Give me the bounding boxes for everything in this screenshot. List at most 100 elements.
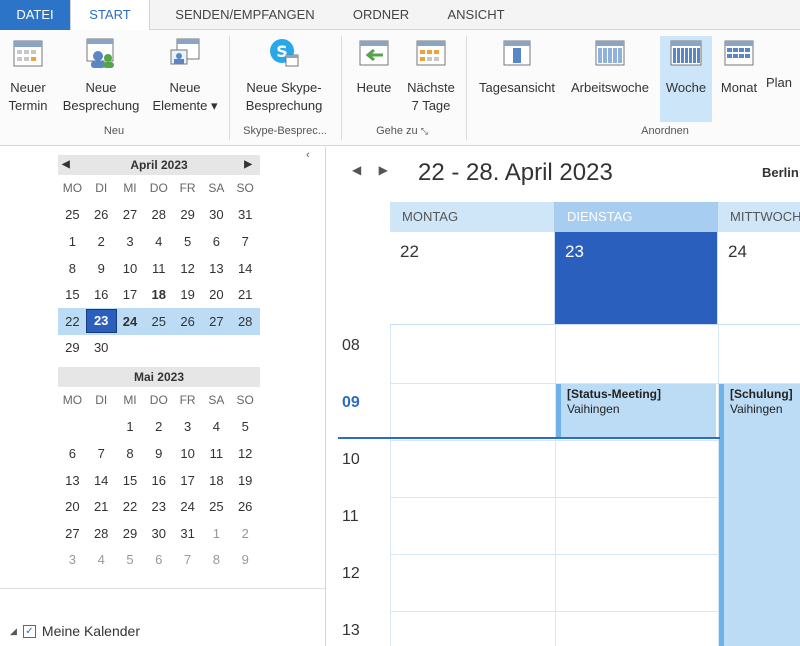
next-7-days-button[interactable]: Nächste 7 Tage: [400, 36, 462, 115]
minical-day[interactable]: 26: [173, 314, 202, 329]
minical-day[interactable]: 12: [173, 261, 202, 276]
minical-day[interactable]: 31: [231, 207, 260, 222]
minical-day[interactable]: 31: [173, 526, 202, 541]
minical-day[interactable]: 29: [58, 340, 87, 355]
minical-day[interactable]: 25: [202, 499, 231, 514]
minical-day[interactable]: 30: [202, 207, 231, 222]
minical-day[interactable]: 6: [202, 234, 231, 249]
minical-day[interactable]: 19: [231, 473, 260, 488]
minical-day[interactable]: 10: [173, 446, 202, 461]
tab-folder[interactable]: ORDNER: [340, 0, 422, 30]
minical-day[interactable]: 29: [116, 526, 145, 541]
minical-day[interactable]: 2: [144, 419, 173, 434]
minical-day[interactable]: 24: [173, 499, 202, 514]
minical-day[interactable]: 20: [58, 499, 87, 514]
day-header-wednesday[interactable]: MITTWOCH: [718, 202, 800, 232]
minical-day[interactable]: 5: [173, 234, 202, 249]
minical-day[interactable]: 3: [116, 234, 145, 249]
minical-day[interactable]: 12: [231, 446, 260, 461]
minical-day-next-month[interactable]: 5: [116, 552, 145, 567]
minical-day[interactable]: 5: [231, 419, 260, 434]
minical-day-with-items[interactable]: 18: [144, 287, 173, 302]
minical-day[interactable]: 21: [87, 499, 116, 514]
weather-location[interactable]: Berlin: [762, 165, 799, 180]
minical-day[interactable]: 3: [173, 419, 202, 434]
plan-button[interactable]: Plan: [766, 36, 800, 92]
minical-day[interactable]: 21: [231, 287, 260, 302]
today-button[interactable]: Heute: [350, 36, 398, 97]
minical-day[interactable]: 26: [87, 207, 116, 222]
minical-day[interactable]: 2: [87, 234, 116, 249]
tab-start[interactable]: START: [70, 0, 150, 31]
minical-day[interactable]: 30: [87, 340, 116, 355]
next-week-icon[interactable]: ▶: [379, 163, 388, 177]
month-button[interactable]: Monat: [714, 36, 764, 97]
minical-day-next-month[interactable]: 4: [87, 552, 116, 567]
minical-day[interactable]: 27: [58, 526, 87, 541]
next-month-icon[interactable]: ▶: [244, 155, 252, 175]
minical-day[interactable]: 19: [173, 287, 202, 302]
minical-day-with-items[interactable]: 24: [116, 314, 145, 329]
minical-day-next-month[interactable]: 1: [202, 526, 231, 541]
minical-day[interactable]: 20: [202, 287, 231, 302]
minical-day[interactable]: 26: [231, 499, 260, 514]
new-items-button[interactable]: Neue Elemente ▾: [148, 36, 222, 115]
minical-today[interactable]: 23: [85, 309, 117, 334]
minical-day[interactable]: 15: [116, 473, 145, 488]
my-calendars-item[interactable]: ◢ ✓ Meine Kalender: [10, 623, 140, 639]
work-week-button[interactable]: Arbeitswoche: [564, 36, 656, 97]
minical-day[interactable]: 28: [231, 314, 260, 329]
minical-day[interactable]: 27: [202, 314, 231, 329]
day-cell-24[interactable]: 24: [718, 232, 800, 325]
minical-day[interactable]: 9: [144, 446, 173, 461]
event-training[interactable]: [Schulung] Vaihingen: [719, 384, 800, 646]
expand-triangle-icon[interactable]: ◢: [10, 626, 17, 637]
prev-month-icon[interactable]: ◀: [62, 155, 70, 175]
tab-file[interactable]: DATEI: [0, 0, 70, 30]
minical-day[interactable]: 28: [87, 526, 116, 541]
minical-day[interactable]: 14: [231, 261, 260, 276]
minical-day[interactable]: 11: [202, 446, 231, 461]
minical-day-next-month[interactable]: 9: [231, 552, 260, 567]
day-header-tuesday[interactable]: DIENSTAG: [555, 202, 718, 232]
prev-week-icon[interactable]: ◀: [352, 163, 361, 177]
day-view-button[interactable]: Tagesansicht: [474, 36, 560, 97]
new-skype-meeting-button[interactable]: S Neue Skype- Besprechung: [236, 36, 332, 115]
tab-view[interactable]: ANSICHT: [424, 0, 528, 30]
minical-day[interactable]: 17: [116, 287, 145, 302]
minical-day[interactable]: 13: [202, 261, 231, 276]
new-appointment-button[interactable]: Neuer Termin: [2, 36, 54, 115]
new-meeting-button[interactable]: Neue Besprechung: [56, 36, 146, 115]
minical-day[interactable]: 27: [116, 207, 145, 222]
checkbox-icon[interactable]: ✓: [22, 624, 36, 638]
minical-day-next-month[interactable]: 3: [58, 552, 87, 567]
day-cell-23-selected[interactable]: 23: [555, 232, 718, 325]
minical-day[interactable]: 7: [231, 234, 260, 249]
minical-day-next-month[interactable]: 6: [144, 552, 173, 567]
week-button[interactable]: Woche: [660, 36, 712, 122]
minical-day[interactable]: 4: [144, 234, 173, 249]
minical-day[interactable]: 18: [202, 473, 231, 488]
minical-day[interactable]: 30: [144, 526, 173, 541]
minical-day[interactable]: 22: [58, 314, 87, 329]
minical-day[interactable]: 28: [144, 207, 173, 222]
minical-day-next-month[interactable]: 2: [231, 526, 260, 541]
dialog-launcher-icon[interactable]: ⤡: [421, 126, 428, 136]
day-cell-22[interactable]: 22: [390, 232, 555, 325]
tab-send-receive[interactable]: SENDEN/EMPFANGEN: [152, 0, 338, 30]
minical-day[interactable]: 14: [87, 473, 116, 488]
minical-day[interactable]: 13: [58, 473, 87, 488]
minical-day[interactable]: 23: [144, 499, 173, 514]
minical-day[interactable]: 1: [116, 419, 145, 434]
minical-day[interactable]: 7: [87, 446, 116, 461]
event-status-meeting[interactable]: [Status-Meeting] Vaihingen: [556, 384, 716, 438]
minical-day[interactable]: 9: [87, 261, 116, 276]
minical-day[interactable]: 29: [173, 207, 202, 222]
collapse-pane-icon[interactable]: ‹: [306, 149, 310, 161]
minical-day[interactable]: 17: [173, 473, 202, 488]
minical-day[interactable]: 15: [58, 287, 87, 302]
minical-day[interactable]: 16: [144, 473, 173, 488]
minical-day[interactable]: 25: [144, 314, 173, 329]
day-header-monday[interactable]: MONTAG: [390, 202, 555, 232]
minical-day[interactable]: 10: [116, 261, 145, 276]
